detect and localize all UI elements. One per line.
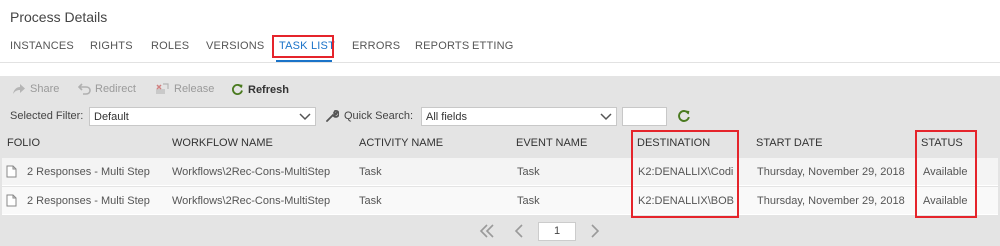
selected-filter-dropdown[interactable]: Default xyxy=(89,107,316,126)
status-column-highlight xyxy=(915,130,977,218)
previous-page-icon[interactable] xyxy=(514,224,524,241)
document-icon xyxy=(6,194,17,210)
tab-errors[interactable]: ERRORS xyxy=(352,40,400,52)
share-icon xyxy=(12,83,26,95)
cell-event-name: Task xyxy=(517,166,540,178)
first-page-icon[interactable] xyxy=(479,224,495,241)
tab-rights[interactable]: RIGHTS xyxy=(90,40,133,52)
search-refresh-icon[interactable] xyxy=(677,109,691,126)
quick-search-input[interactable] xyxy=(622,107,667,126)
selected-filter-label: Selected Filter: xyxy=(10,110,84,122)
cell-start-date: Thursday, November 29, 2018 xyxy=(757,166,905,178)
release-button[interactable]: Release xyxy=(155,83,214,95)
cell-start-date: Thursday, November 29, 2018 xyxy=(757,195,905,207)
grid-header: FOLIO WORKFLOW NAME ACTIVITY NAME EVENT … xyxy=(0,130,1000,157)
pager: 1 xyxy=(0,218,1000,246)
tab-settings[interactable]: ETTING xyxy=(472,40,514,52)
redirect-label: Redirect xyxy=(95,83,136,95)
redirect-icon xyxy=(78,83,91,95)
refresh-label: Refresh xyxy=(248,83,289,96)
wrench-icon xyxy=(325,109,340,126)
tab-instances[interactable]: INSTANCES xyxy=(10,40,74,52)
active-tab-indicator xyxy=(276,60,332,62)
refresh-button[interactable]: Refresh xyxy=(231,83,289,96)
cell-workflow-name: Workflows\2Rec-Cons-MultiStep xyxy=(172,195,331,207)
column-header-folio[interactable]: FOLIO xyxy=(7,137,40,149)
cell-activity-name: Task xyxy=(359,195,382,207)
selected-filter-value: Default xyxy=(94,111,129,123)
share-button[interactable]: Share xyxy=(12,83,59,95)
cell-folio: 2 Responses - Multi Step xyxy=(27,195,150,207)
document-icon xyxy=(6,165,17,181)
redirect-button[interactable]: Redirect xyxy=(78,83,136,95)
quick-search-label: Quick Search: xyxy=(344,110,414,122)
task-list-tab-highlight xyxy=(272,35,334,58)
quick-search-field-dropdown[interactable]: All fields xyxy=(421,107,617,126)
column-header-activity-name[interactable]: ACTIVITY NAME xyxy=(359,137,443,149)
toolbar: Share Redirect Release Refresh xyxy=(0,76,1000,104)
page-title: Process Details xyxy=(10,9,108,25)
next-page-icon[interactable] xyxy=(590,224,600,241)
quick-search-field-value: All fields xyxy=(426,111,467,123)
cell-activity-name: Task xyxy=(359,166,382,178)
column-header-event-name[interactable]: EVENT NAME xyxy=(516,137,587,149)
cell-workflow-name: Workflows\2Rec-Cons-MultiStep xyxy=(172,166,331,178)
destination-column-highlight xyxy=(631,130,739,218)
page-number-input[interactable]: 1 xyxy=(538,222,576,241)
share-label: Share xyxy=(30,83,60,95)
tab-reports[interactable]: REPORTS xyxy=(415,40,469,52)
filter-bar: Selected Filter: Default Quick Search: A… xyxy=(0,104,1000,130)
column-header-workflow-name[interactable]: WORKFLOW NAME xyxy=(172,137,273,149)
release-label: Release xyxy=(174,83,215,95)
tab-bar: INSTANCES RIGHTS ROLES VERSIONS TASK LIS… xyxy=(0,33,1000,63)
tab-versions[interactable]: VERSIONS xyxy=(206,40,264,52)
refresh-icon xyxy=(231,83,244,96)
table-row[interactable]: 2 Responses - Multi Step Workflows\2Rec-… xyxy=(2,158,998,186)
cell-folio: 2 Responses - Multi Step xyxy=(27,166,150,178)
tab-roles[interactable]: ROLES xyxy=(151,40,189,52)
release-icon xyxy=(155,83,170,95)
table-row[interactable]: 2 Responses - Multi Step Workflows\2Rec-… xyxy=(2,187,998,215)
column-header-start-date[interactable]: START DATE xyxy=(756,137,822,149)
cell-event-name: Task xyxy=(517,195,540,207)
